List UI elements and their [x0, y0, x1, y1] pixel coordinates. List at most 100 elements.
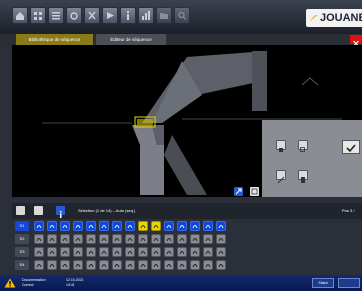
grid-cell[interactable] — [177, 221, 187, 231]
grid-cell[interactable] — [112, 221, 122, 231]
square-icon — [279, 148, 283, 152]
grid-cell[interactable] — [125, 260, 135, 270]
grid-cell[interactable] — [125, 234, 135, 244]
grid-cell[interactable] — [151, 221, 161, 231]
grid-cell[interactable] — [60, 234, 70, 244]
sequence-position-text: Pos 3 / — [342, 208, 355, 213]
home-icon[interactable] — [12, 7, 28, 24]
tools-icon[interactable] — [84, 7, 100, 24]
grid-cell[interactable] — [216, 234, 226, 244]
grid-cell[interactable] — [73, 234, 83, 244]
grid-cell[interactable] — [164, 260, 174, 270]
zoom-fit-button[interactable] — [250, 187, 259, 196]
bend-step-icon — [179, 238, 185, 242]
grid-cell[interactable] — [164, 247, 174, 257]
grid-cell[interactable] — [151, 247, 161, 257]
grid-cell[interactable] — [177, 247, 187, 257]
grid-cell[interactable] — [216, 260, 226, 270]
grid-icon[interactable] — [30, 7, 46, 24]
bend-step-icon — [114, 251, 120, 255]
seq-prev-button[interactable] — [34, 206, 43, 215]
tool-flip-button[interactable] — [298, 170, 308, 183]
grid-cell[interactable] — [190, 247, 200, 257]
status-message: Documentation Correct — [22, 278, 62, 287]
grid-cell[interactable] — [151, 234, 161, 244]
search-icon[interactable] — [174, 7, 190, 24]
settings-icon[interactable] — [66, 7, 82, 24]
bend-step-icon — [101, 251, 107, 255]
grid-cell[interactable] — [177, 234, 187, 244]
bend-step-icon — [166, 264, 172, 268]
grid-cell[interactable] — [99, 221, 109, 231]
bend-step-icon — [205, 225, 211, 229]
grid-cell[interactable] — [86, 247, 96, 257]
grid-cell[interactable] — [203, 221, 213, 231]
chart-icon[interactable] — [138, 7, 154, 24]
grid-cell[interactable] — [164, 221, 174, 231]
grid-cell[interactable] — [190, 234, 200, 244]
folder-icon[interactable] — [156, 7, 172, 24]
seq-first-button[interactable] — [16, 206, 25, 215]
grid-cell[interactable] — [86, 260, 96, 270]
list-icon[interactable] — [48, 7, 64, 24]
grid-cell[interactable] — [164, 234, 174, 244]
confirm-button[interactable] — [342, 140, 360, 154]
grid-cell[interactable] — [151, 260, 161, 270]
tool-select-button[interactable] — [276, 140, 286, 152]
grid-cell[interactable] — [34, 260, 44, 270]
bend-step-icon — [127, 264, 133, 268]
bend-step-icon — [218, 251, 224, 255]
grid-row-label: S4 — [15, 260, 29, 270]
grid-cell[interactable] — [47, 221, 57, 231]
grid-cell[interactable] — [47, 247, 57, 257]
tab-bar: Bibliothèque de séquence Éditeur de séqu… — [0, 34, 362, 47]
grid-cell[interactable] — [60, 260, 70, 270]
grid-cell[interactable] — [60, 247, 70, 257]
tab-sequence-editor[interactable]: Éditeur de séquence — [96, 34, 166, 45]
bend-step-icon — [205, 251, 211, 255]
grid-cell[interactable] — [138, 234, 148, 244]
grid-cell[interactable] — [47, 234, 57, 244]
tool-copy-button[interactable] — [298, 140, 308, 152]
grid-cell[interactable] — [60, 221, 70, 231]
grid-cell[interactable] — [138, 247, 148, 257]
grid-cell[interactable] — [34, 247, 44, 257]
grid-cell[interactable] — [177, 260, 187, 270]
grid-cell[interactable] — [112, 260, 122, 270]
grid-cell[interactable] — [125, 247, 135, 257]
grid-cell[interactable] — [86, 221, 96, 231]
grid-cell[interactable] — [86, 234, 96, 244]
tab-sequence-library[interactable]: Bibliothèque de séquence — [16, 34, 93, 45]
grid-cell[interactable] — [112, 247, 122, 257]
tool-edit-button[interactable] — [276, 170, 286, 184]
grid-cell[interactable] — [99, 247, 109, 257]
grid-cell[interactable] — [112, 234, 122, 244]
grid-cell[interactable] — [190, 221, 200, 231]
info-icon[interactable] — [120, 7, 136, 24]
grid-cell[interactable] — [73, 221, 83, 231]
grid-cell[interactable] — [47, 260, 57, 270]
grid-cell[interactable] — [99, 234, 109, 244]
grid-cell[interactable] — [73, 247, 83, 257]
grid-cell[interactable] — [34, 221, 44, 231]
grid-cell[interactable] — [203, 234, 213, 244]
grid-cell[interactable] — [99, 260, 109, 270]
status-button[interactable]: Statut — [312, 278, 334, 288]
grid-cell[interactable] — [125, 221, 135, 231]
view-toggle-button[interactable] — [234, 187, 243, 196]
grid-cell[interactable] — [73, 260, 83, 270]
grid-cell[interactable] — [203, 260, 213, 270]
grid-cell[interactable] — [138, 221, 148, 231]
backgauge-marker — [301, 77, 319, 86]
grid-cell[interactable] — [216, 221, 226, 231]
sequence-bar: Sélection (1 de 14) – Auto (seq.) Pos 3 … — [12, 203, 362, 219]
play-icon[interactable] — [102, 7, 118, 24]
grid-cell[interactable] — [138, 260, 148, 270]
status-menu-button[interactable] — [338, 278, 360, 288]
grid-cell[interactable] — [34, 234, 44, 244]
grid-cell[interactable] — [190, 260, 200, 270]
grid-cell[interactable] — [203, 247, 213, 257]
close-button[interactable] — [350, 35, 362, 47]
grid-cell[interactable] — [216, 247, 226, 257]
seq-info-button[interactable] — [56, 206, 65, 218]
